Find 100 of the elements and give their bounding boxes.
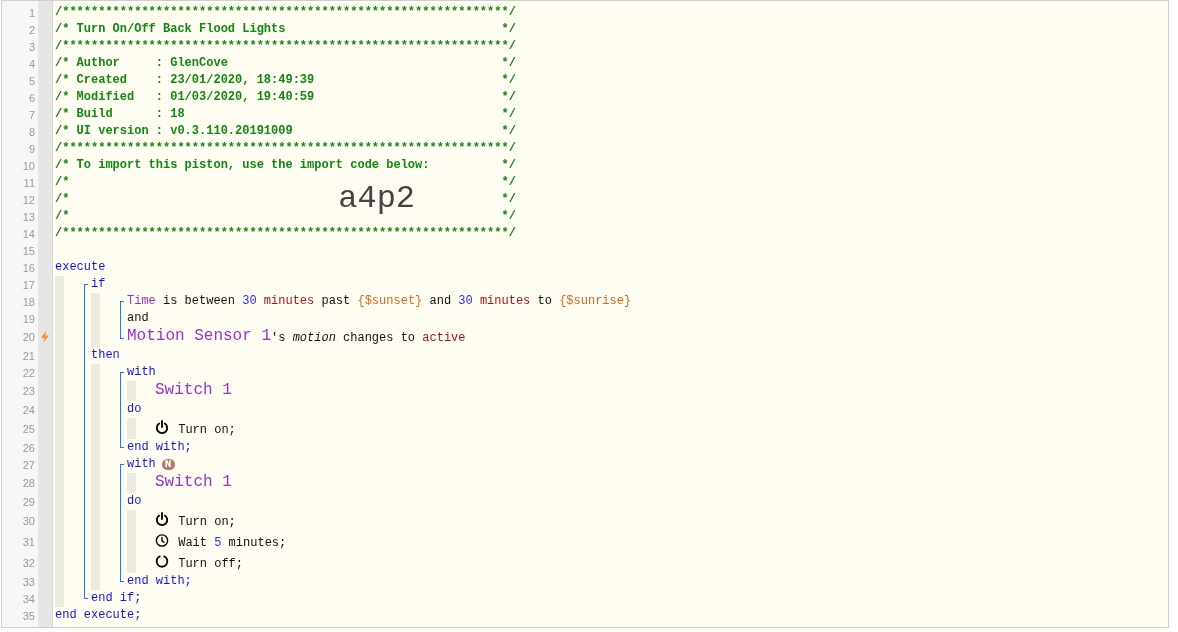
keyword: do [127, 494, 142, 509]
comment-text: */ [501, 123, 516, 140]
device-name[interactable]: Motion Sensor 1 [127, 327, 272, 346]
line-number: 17 [21, 277, 36, 293]
line-number: 8 [27, 124, 36, 140]
line-number: 33 [21, 574, 36, 590]
keyword: with [127, 457, 156, 472]
comment-text: /* To import this piston, use the import code below: [55, 157, 430, 174]
line-number: 35 [21, 608, 36, 624]
line-number: 27 [21, 457, 36, 473]
device-name[interactable]: Switch 1 [155, 381, 232, 400]
ring-icon [155, 554, 169, 569]
comment-text: /**************************************************************/ [55, 4, 516, 21]
line-number: 24 [21, 402, 36, 418]
line-number: 3 [27, 39, 36, 55]
comment-text: /**************************************************************/ [55, 140, 516, 157]
line-number: 7 [27, 107, 36, 123]
code-text: minutes; [227, 536, 287, 551]
comment-text: */ [501, 174, 516, 191]
device-name[interactable]: Switch 1 [155, 473, 232, 492]
comment-text: */ [501, 208, 516, 225]
subject-name: Time [127, 294, 156, 309]
number-value: 30 [458, 294, 473, 309]
keyword: then [91, 348, 120, 363]
keyword: end execute; [55, 608, 142, 623]
line-number: 16 [21, 260, 36, 276]
comment-text: /**************************************************************/ [55, 38, 516, 55]
time-unit: minutes [478, 294, 531, 309]
code-text: Turn on; [177, 515, 236, 530]
comment-text: */ [501, 106, 516, 123]
status-badge[interactable]: N [161, 459, 175, 470]
code-text: changes to [342, 331, 417, 346]
line-number: 22 [21, 365, 36, 381]
comment-text: /* Modified : 01/03/2020, 19:40:59 [55, 89, 315, 106]
number-value: 30 [242, 294, 257, 309]
line-number: 29 [21, 494, 36, 510]
number-value: 5 [214, 536, 222, 551]
line-number: 21 [21, 348, 36, 364]
line-number: 30 [21, 513, 36, 529]
variable-name: {$sunrise} [559, 294, 632, 309]
keyword: end with; [127, 440, 192, 455]
value-text: active [422, 331, 466, 346]
line-number: 4 [27, 56, 36, 72]
comment-text: /* Created : 23/01/2020, 18:49:39 [55, 72, 315, 89]
code-text: past [320, 294, 352, 309]
keyword: if [91, 277, 106, 292]
code-text: Wait [177, 536, 208, 551]
power-icon [155, 420, 169, 435]
comment-text: */ [501, 72, 516, 89]
line-number: 15 [21, 243, 36, 259]
line-number: 28 [21, 476, 36, 491]
line-number: 14 [21, 226, 36, 242]
comment-text: */ [501, 89, 516, 106]
keyword: execute [55, 260, 106, 275]
comment-text: /* [55, 174, 70, 191]
line-number: 18 [21, 294, 36, 310]
code-text: Turn off; [177, 557, 243, 572]
time-unit: minutes [262, 294, 315, 309]
keyword: do [127, 402, 142, 417]
line-number: 9 [27, 141, 36, 157]
power-icon [155, 512, 169, 527]
line-number: 23 [21, 384, 36, 399]
keyword: end with; [127, 574, 192, 589]
comment-text: /* Build : 18 [55, 106, 185, 123]
attribute-name: motion [292, 331, 336, 346]
line-number: 25 [21, 421, 36, 437]
line-number: 10 [21, 158, 36, 174]
line-number: 13 [21, 209, 36, 225]
block-bracket [120, 301, 124, 339]
clock-icon [155, 533, 169, 548]
line-number: 34 [21, 591, 36, 607]
comment-text: /* Turn On/Off Back Flood Lights [55, 21, 286, 38]
code-text: 's [271, 331, 287, 346]
code-text: and [127, 311, 149, 326]
keyword: end if; [91, 591, 142, 606]
comment-text: /* [55, 208, 70, 225]
comment-text: */ [501, 21, 516, 38]
line-number: 20 [21, 330, 36, 345]
import-code: a4p2 [338, 182, 416, 216]
line-number: 19 [21, 311, 36, 327]
comment-text: /* Author : GlenCove [55, 55, 228, 72]
code-text: Turn on; [177, 423, 236, 438]
line-number: 26 [21, 440, 36, 456]
code-text: to [536, 294, 553, 309]
comment-text: /**************************************************************/ [55, 225, 516, 242]
line-number: 5 [27, 73, 36, 89]
line-number: 2 [27, 22, 36, 38]
line-number: 31 [21, 534, 36, 550]
code-text: is between [162, 294, 237, 309]
comment-text: /* [55, 191, 70, 208]
line-number: 12 [21, 192, 36, 208]
comment-text: /* UI version : v0.3.110.20191009 [55, 123, 293, 140]
variable-name: {$sunset} [357, 294, 423, 309]
comment-text: */ [501, 157, 516, 174]
line-number: 32 [21, 555, 36, 571]
comment-text: */ [501, 55, 516, 72]
comment-text: */ [501, 191, 516, 208]
line-number: 11 [22, 175, 36, 191]
line-number: 6 [27, 90, 36, 106]
code-text: and [428, 294, 453, 309]
